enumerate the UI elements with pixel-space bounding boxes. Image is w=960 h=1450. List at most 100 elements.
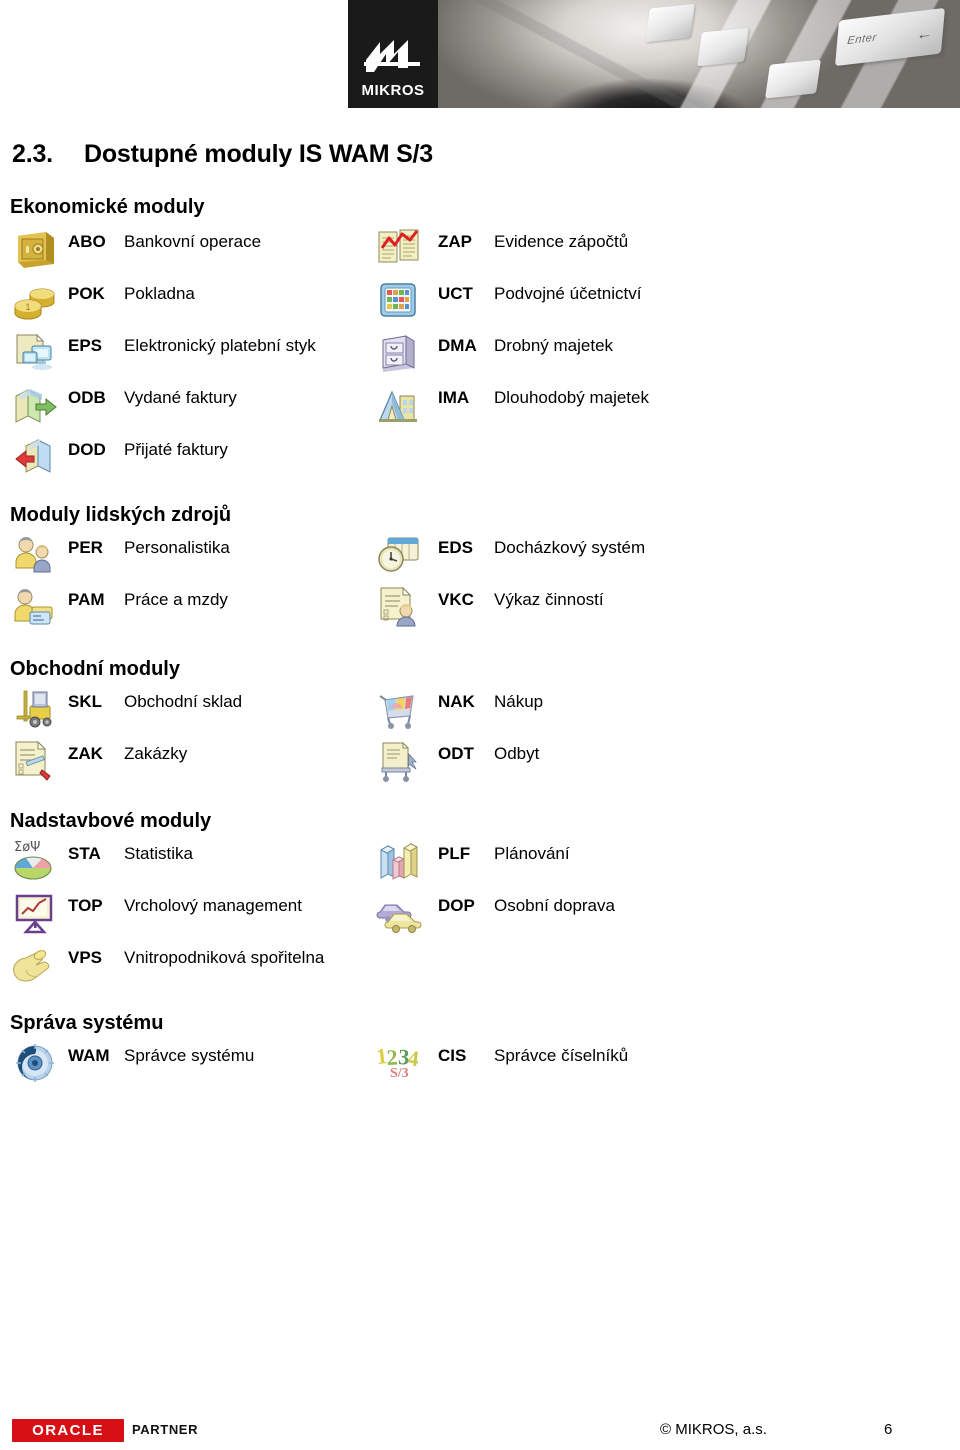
books-in-icon <box>12 434 58 480</box>
module-row[interactable]: EDS Docházkový systém <box>376 532 796 584</box>
dispatch-cart-icon <box>376 738 422 784</box>
module-row[interactable]: TOP Vrcholový management <box>12 890 372 942</box>
module-code: EDS <box>438 538 473 557</box>
module-row[interactable]: DOP Osobní doprava <box>376 890 796 942</box>
module-row[interactable]: ODT Odbyt <box>376 738 796 790</box>
module-code: STA <box>68 844 101 863</box>
shopping-cart-icon <box>376 686 422 732</box>
svg-text:S/3: S/3 <box>390 1066 409 1081</box>
hand-coin-icon <box>12 942 58 988</box>
module-code: PAM <box>68 590 105 609</box>
presentation-icon <box>12 890 58 936</box>
document-monitor-icon <box>12 330 58 376</box>
section-heading-ekonomicke: Ekonomické moduly <box>10 196 205 218</box>
module-row[interactable]: EPS Elektronický platební styk <box>12 330 372 382</box>
svg-text:ΣøΨ: ΣøΨ <box>14 840 40 855</box>
forklift-icon <box>12 686 58 732</box>
module-row[interactable]: SKL Obchodní sklad <box>12 686 372 738</box>
footer-copyright: © MIKROS, a.s. <box>660 1421 767 1438</box>
bar-chart-3d-icon <box>376 838 422 884</box>
module-code: SKL <box>68 692 102 711</box>
page-title: 2.3. Dostupné moduly IS WAM S/3 <box>12 140 433 169</box>
module-code: ODT <box>438 744 474 763</box>
module-name: Přijaté faktury <box>124 440 228 459</box>
module-name: Pokladna <box>124 284 195 303</box>
section-heading-sprava: Správa systému <box>10 1012 164 1034</box>
oracle-logo: ORACLE <box>12 1419 124 1442</box>
module-name: Výkaz činností <box>494 590 604 609</box>
module-name: Drobný majetek <box>494 336 614 355</box>
module-row[interactable]: 1 POK Pokladna <box>12 278 372 330</box>
module-code: UCT <box>438 284 473 303</box>
numbers-1234-icon: 1 2 3 4 S/3 <box>375 1040 422 1086</box>
module-row[interactable]: ΣøΨ STA Statistika <box>12 838 372 890</box>
module-row[interactable]: NAK Nákup <box>376 686 796 738</box>
module-name: Zakázky <box>124 744 188 763</box>
module-row[interactable]: DOD Přijaté faktury <box>12 434 372 486</box>
module-code: DOP <box>438 896 475 915</box>
module-row[interactable]: 1 2 3 4 S/3 CIS Správce číselníků <box>375 1040 796 1092</box>
report-person-icon <box>376 584 422 630</box>
module-name: Podvojné účetnictví <box>494 284 642 303</box>
module-row[interactable]: WAM Správce systému <box>12 1040 372 1092</box>
enter-arrow-icon: ← <box>915 24 934 44</box>
module-code: NAK <box>438 692 475 711</box>
module-code: CIS <box>438 1046 467 1065</box>
module-name: Práce a mzdy <box>124 590 228 609</box>
safe-icon <box>12 226 58 272</box>
mikros-logo-text: MIKROS <box>361 82 425 99</box>
oracle-partner-label: PARTNER <box>132 1422 199 1437</box>
module-code: EPS <box>68 336 103 355</box>
svg-text:1: 1 <box>25 302 30 312</box>
module-row[interactable]: ZAP Evidence zápočtů <box>376 226 796 278</box>
module-name: Docházkový systém <box>494 538 646 557</box>
module-name: Evidence zápočtů <box>494 232 629 251</box>
module-name: Osobní doprava <box>494 896 615 915</box>
module-code: ZAK <box>68 744 103 763</box>
keyboard-key-icon <box>645 3 695 43</box>
module-code: ZAP <box>438 232 472 251</box>
oracle-logo-text: ORACLE <box>32 1422 104 1439</box>
module-row[interactable]: UCT Podvojné účetnictví <box>376 278 796 330</box>
abacus-icon <box>376 278 422 324</box>
module-name: Vrcholový management <box>124 896 302 915</box>
person-payroll-icon <box>12 584 58 630</box>
document-pen-icon <box>12 738 58 784</box>
module-name: Dlouhodobý majetek <box>494 388 649 407</box>
module-row[interactable]: VKC Výkaz činností <box>376 584 796 636</box>
module-code: IMA <box>438 388 470 407</box>
module-row[interactable]: VPS Vnitropodniková spořitelna <box>12 942 372 994</box>
page-title-text: Dostupné moduly IS WAM S/3 <box>84 140 433 168</box>
module-row[interactable]: PLF Plánování <box>376 838 796 890</box>
module-name: Statistika <box>124 844 193 863</box>
module-name: Obchodní sklad <box>124 692 243 711</box>
module-row[interactable]: ABO Bankovní operace <box>12 226 372 278</box>
module-name: Personalistika <box>124 538 230 557</box>
cars-icon <box>376 890 422 936</box>
module-name: Nákup <box>494 692 544 711</box>
books-out-icon <box>12 382 58 428</box>
module-code: ABO <box>68 232 106 251</box>
enter-key-label: Enter <box>846 31 878 48</box>
module-name: Vnitropodniková spořitelna <box>124 948 325 967</box>
file-cabinet-icon <box>376 330 422 376</box>
mikros-logo: MIKROS <box>348 0 438 108</box>
module-row[interactable]: PAM Práce a mzdy <box>12 584 372 636</box>
module-row[interactable]: ODB Vydané faktury <box>12 382 372 434</box>
module-code: PER <box>68 538 103 557</box>
keyboard-key-icon <box>765 59 821 99</box>
module-code: VKC <box>438 590 474 609</box>
module-row[interactable]: IMA Dlouhodobý majetek <box>376 382 796 434</box>
mikros-m-mark-icon <box>364 40 420 72</box>
coins-icon: 1 <box>12 278 58 324</box>
module-code: ODB <box>68 388 106 407</box>
module-name: Správce systému <box>124 1046 255 1065</box>
module-name: Vydané faktury <box>124 388 237 407</box>
module-row[interactable]: DMA Drobný majetek <box>376 330 796 382</box>
module-row[interactable]: ZAK Zakázky <box>12 738 372 790</box>
footer-page-number: 6 <box>884 1421 893 1438</box>
module-row[interactable]: PER Personalistika <box>12 532 372 584</box>
building-icon <box>376 382 422 428</box>
section-heading-obchodni: Obchodní moduly <box>10 658 180 680</box>
two-people-icon <box>12 532 58 578</box>
